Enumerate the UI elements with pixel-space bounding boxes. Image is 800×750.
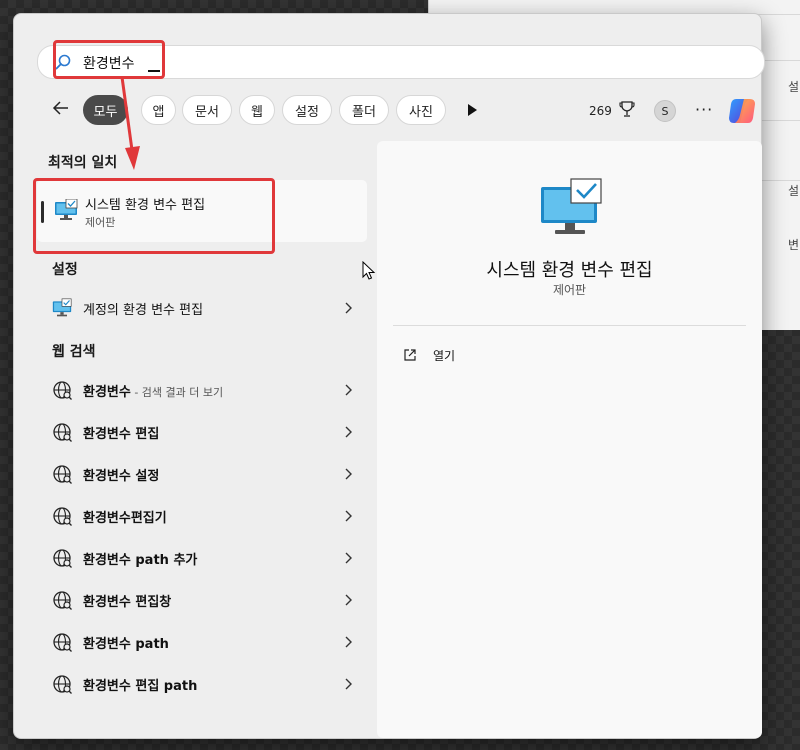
- chevron-right-icon: [345, 510, 352, 522]
- chevron-right-icon: [345, 552, 352, 564]
- filter-chip-documents[interactable]: 문서: [182, 95, 232, 125]
- globe-icon: [53, 633, 72, 652]
- web-result-label: 환경변수 편집 path: [83, 675, 197, 694]
- web-result-item[interactable]: 환경변수 편집창: [52, 588, 352, 612]
- globe-icon: [53, 381, 72, 400]
- globe-icon: [53, 549, 72, 568]
- back-arrow-icon[interactable]: [52, 99, 70, 117]
- settings-item[interactable]: 계정의 환경 변수 편집: [52, 296, 352, 320]
- rewards-points[interactable]: 269: [589, 104, 612, 118]
- web-result-item[interactable]: 환경변수 편집: [52, 420, 352, 444]
- web-result-label: 환경변수 - 검색 결과 더 보기: [83, 381, 223, 400]
- chevron-right-icon: [345, 302, 352, 314]
- more-filters-play-icon[interactable]: [468, 104, 477, 116]
- chevron-right-icon: [345, 636, 352, 648]
- web-result-query: 환경변수 path 추가: [83, 553, 198, 568]
- web-result-item[interactable]: 환경변수 path 추가: [52, 546, 352, 570]
- web-result-label: 환경변수 path 추가: [83, 549, 197, 568]
- open-external-icon: [404, 349, 416, 361]
- background-peek-text: 설: [787, 80, 799, 94]
- globe-icon: [53, 675, 72, 694]
- web-result-query: 환경변수편집기: [83, 511, 167, 526]
- globe-icon: [53, 423, 72, 442]
- detail-pane: 시스템 환경 변수 편집 제어판 열기: [377, 141, 762, 738]
- web-result-query: 환경변수 path: [83, 637, 169, 652]
- web-result-item[interactable]: 환경변수 path: [52, 630, 352, 654]
- web-result-label: 환경변수편집기: [83, 507, 167, 526]
- web-result-item[interactable]: 환경변수 편집 path: [52, 672, 352, 696]
- chevron-right-icon: [345, 678, 352, 690]
- web-result-suffix: - 검색 결과 더 보기: [130, 386, 224, 399]
- web-result-query: 환경변수 편집창: [83, 595, 172, 610]
- filter-chip-folders[interactable]: 폴더: [339, 95, 389, 125]
- more-icon[interactable]: ···: [695, 102, 713, 118]
- filter-chip-photos[interactable]: 사진: [396, 95, 446, 125]
- avatar[interactable]: S: [654, 100, 676, 122]
- mouse-cursor: [362, 261, 376, 280]
- filter-chip-settings[interactable]: 설정: [282, 95, 332, 125]
- web-result-item[interactable]: 환경변수편집기: [52, 504, 352, 528]
- web-result-item[interactable]: 환경변수 - 검색 결과 더 보기: [52, 378, 352, 402]
- monitor-check-icon: [541, 178, 602, 234]
- web-result-item[interactable]: 환경변수 설정: [52, 462, 352, 486]
- settings-header: 설정: [52, 262, 78, 278]
- annotation-box-search: [53, 40, 165, 79]
- background-peek-text: 설: [787, 184, 799, 198]
- annotation-box-best-match: [33, 178, 275, 254]
- filter-chip-apps[interactable]: 앱: [141, 95, 176, 125]
- trophy-icon[interactable]: [619, 100, 635, 118]
- web-result-label: 환경변수 설정: [83, 465, 159, 484]
- web-result-label: 환경변수 path: [83, 633, 169, 652]
- globe-icon: [53, 591, 72, 610]
- settings-item-label: 계정의 환경 변수 편집: [83, 303, 204, 318]
- best-match-header: 최적의 일치: [48, 155, 118, 171]
- detail-subtitle: 제어판: [552, 283, 587, 297]
- monitor-check-icon: [52, 298, 72, 317]
- web-result-label: 환경변수 편집창: [83, 591, 171, 610]
- globe-icon: [53, 507, 72, 526]
- chevron-right-icon: [345, 384, 352, 396]
- filter-chip-web[interactable]: 웹: [239, 95, 275, 125]
- chevron-right-icon: [345, 594, 352, 606]
- web-result-query: 환경변수: [83, 385, 131, 400]
- globe-icon: [53, 465, 72, 484]
- chevron-right-icon: [345, 426, 352, 438]
- copilot-icon[interactable]: [727, 96, 757, 126]
- web-result-query: 환경변수 설정: [83, 469, 160, 484]
- web-search-header: 웹 검색: [52, 344, 96, 360]
- start-search-panel: 환경변수 모두 앱 문서 웹 설정 폴더 사진 269 S ··· 최적의 일치…: [13, 13, 765, 739]
- filter-chip-all[interactable]: 모두: [83, 95, 128, 125]
- web-result-label: 환경변수 편집: [83, 423, 159, 442]
- web-result-query: 환경변수 편집: [83, 427, 160, 442]
- divider: [393, 325, 746, 326]
- detail-title: 시스템 환경 변수 편집: [486, 260, 653, 281]
- open-action-label: 열기: [433, 349, 456, 363]
- background-peek-text: 변: [787, 238, 799, 252]
- chevron-right-icon: [345, 468, 352, 480]
- web-result-query: 환경변수 편집 path: [83, 679, 198, 694]
